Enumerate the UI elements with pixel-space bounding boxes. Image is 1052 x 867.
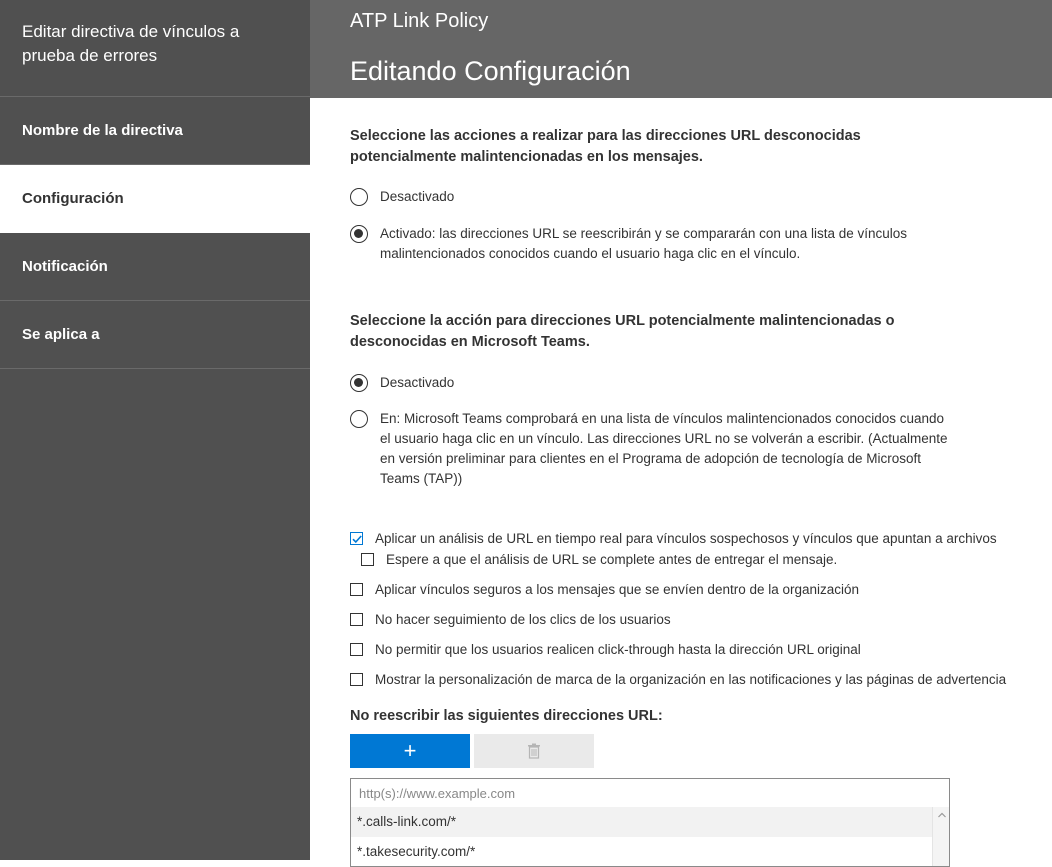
sidebar: Editar directiva de vínculos a prueba de… [0,0,310,860]
checkmark-icon [352,535,362,544]
sidebar-title: Editar directiva de vínculos a prueba de… [0,0,310,97]
section-title-no-rewrite: No reescribir las siguientes direcciones… [350,708,663,724]
checkbox-checked[interactable] [350,532,363,545]
list-item[interactable]: *.calls-link.com/* [351,807,933,837]
checkbox-branding[interactable]: Mostrar la personalización de marca de l… [350,672,1006,687]
checkbox-realtime-scan[interactable]: Aplicar un análisis de URL en tiempo rea… [350,531,997,546]
checkbox-label: Espere a que el análisis de URL se compl… [386,552,838,567]
radio-option-desactivado-2[interactable]: Desactivado [350,374,950,393]
checkbox[interactable] [350,673,363,686]
nav-item-se-aplica-a[interactable]: Se aplica a [0,301,310,369]
checkbox[interactable] [350,643,363,656]
checkbox-label: No hacer seguimiento de los clics de los… [375,612,671,627]
radio-label: En: Microsoft Teams comprobará en una li… [380,411,948,486]
checkbox-label: Mostrar la personalización de marca de l… [375,672,1007,687]
nav-item-label: Se aplica a [22,326,100,343]
nav-item-nombre-directiva[interactable]: Nombre de la directiva [0,97,310,165]
section-title-url-actions: Seleccione las acciones a realizar para … [350,128,861,165]
radio-label: Desactivado [380,375,455,390]
radio-label: Desactivado [380,189,455,204]
radio-button[interactable] [350,188,368,206]
checkbox[interactable] [350,613,363,626]
url-input[interactable] [350,778,950,808]
settings-panel: Seleccione las acciones a realizar para … [310,98,1052,867]
radio-button[interactable] [350,410,368,428]
trash-icon [528,743,540,759]
radio-option-desactivado-1[interactable]: Desactivado [350,188,950,207]
radio-option-en-teams[interactable]: En: Microsoft Teams comprobará en una li… [350,410,950,489]
checkbox-label: Aplicar vínculos seguros a los mensajes … [375,582,860,597]
url-list[interactable]: *.calls-link.com/* *.takesecurity.com/* [350,807,950,867]
plus-icon: + [403,738,417,763]
header: ATP Link Policy Editando Configuración [310,0,1052,98]
section-title-teams: Seleccione la acción para direcciones UR… [350,313,895,350]
checkbox-label: No permitir que los usuarios realicen cl… [375,642,861,657]
app-title: ATP Link Policy [350,10,489,32]
list-item[interactable]: *.takesecurity.com/* [351,837,933,866]
checkbox-internal-messages[interactable]: Aplicar vínculos seguros a los mensajes … [350,582,859,597]
add-url-button[interactable]: + [350,734,470,768]
checkbox-label: Aplicar un análisis de URL en tiempo rea… [375,531,997,546]
chevron-up-icon [938,812,946,818]
nav-item-label: Notificación [22,258,108,275]
url-list-scrollbar[interactable] [932,807,949,866]
nav-item-label: Nombre de la directiva [22,122,183,139]
nav-item-configuracion[interactable]: Configuración [0,165,310,233]
checkbox[interactable] [350,583,363,596]
radio-button-selected[interactable] [350,374,368,392]
nav-item-notificacion[interactable]: Notificación [0,233,310,301]
checkbox[interactable] [361,553,374,566]
radio-label: Activado: las direcciones URL se reescri… [380,226,908,261]
checkbox-no-click-through[interactable]: No permitir que los usuarios realicen cl… [350,642,861,657]
nav-item-label: Configuración [22,190,124,207]
page-title: Editando Configuración [350,56,631,86]
checkbox-wait-scan[interactable]: Espere a que el análisis de URL se compl… [361,552,837,567]
radio-button-selected[interactable] [350,225,368,243]
radio-option-activado[interactable]: Activado: las direcciones URL se reescri… [350,225,950,264]
delete-url-button[interactable] [474,734,594,768]
checkbox-no-tracking[interactable]: No hacer seguimiento de los clics de los… [350,612,671,627]
